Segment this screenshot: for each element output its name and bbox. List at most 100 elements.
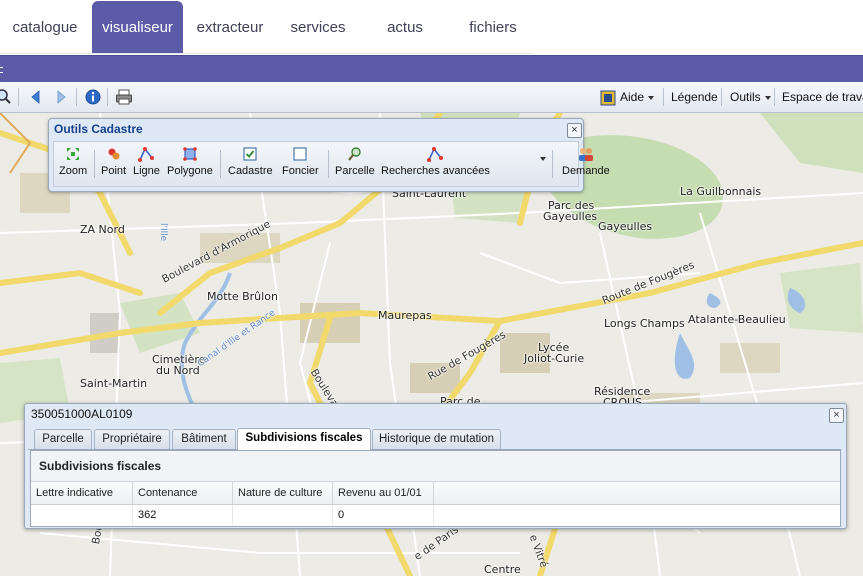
tab-proprietaire[interactable]: Propriétaire: [94, 429, 170, 449]
zoom-tool-button[interactable]: Zoom: [59, 146, 87, 177]
cadastre-toggle-label: Cadastre: [228, 165, 273, 177]
table-cell: [31, 505, 133, 525]
column-header[interactable]: Lettre indicative: [31, 482, 133, 504]
tab-historique-mutation[interactable]: Historique de mutation: [372, 429, 501, 449]
previous-extent-icon[interactable]: [27, 88, 45, 106]
tools-separator: [552, 150, 553, 178]
line-tool-label: Ligne: [133, 165, 160, 177]
column-header[interactable]: Nature de culture: [233, 482, 333, 504]
map-toolbar: Aide Légende Outils Espace de travail: [0, 82, 863, 113]
subdivisions-panel: Subdivisions fiscales Lettre indicative …: [30, 450, 841, 527]
users-icon: [578, 148, 593, 161]
cadastre-tools-window: Outils Cadastre × Zoom Point Ligne Polyg…: [48, 118, 610, 192]
parcel-id-title: 350051000AL0109: [31, 407, 133, 421]
nav-tab-services[interactable]: services: [276, 0, 360, 53]
help-icon: [600, 90, 616, 106]
print-icon[interactable]: [115, 88, 133, 106]
nav-tab-actus[interactable]: actus: [364, 0, 446, 53]
parcel-search-label: Parcelle: [335, 165, 375, 177]
checkbox-empty-icon: [293, 147, 307, 161]
request-button[interactable]: Demande: [562, 146, 610, 177]
toolbar-separator: [663, 88, 664, 106]
tools-separator: [328, 150, 329, 178]
viewer-header-bar: [0, 55, 863, 82]
help-menu[interactable]: Aide: [600, 82, 655, 112]
advanced-search-label: Recherches avancées: [381, 165, 490, 177]
nav-tab-catalogue[interactable]: catalogue: [0, 0, 90, 53]
parcel-info-window: 350051000AL0109 × Parcelle Propriétaire …: [24, 403, 847, 529]
map-label: Longs Champs: [604, 317, 685, 330]
polygon-tool-button[interactable]: Polygone: [167, 146, 213, 177]
toolbar-separator: [774, 88, 775, 106]
toolbar-separator: [76, 88, 77, 106]
map-label: Atalante-Beaulieu: [688, 313, 786, 326]
toolbar-separator: [721, 88, 722, 106]
table-cell: 0: [333, 505, 434, 525]
nav-divider: [0, 53, 533, 54]
foncier-toggle[interactable]: Foncier: [282, 146, 319, 177]
request-label: Demande: [562, 165, 610, 177]
map-label: Maurepas: [378, 309, 432, 322]
top-navigation: catalogue visualiseur extracteur service…: [0, 0, 863, 55]
tab-batiment[interactable]: Bâtiment: [172, 429, 236, 449]
zoom-extent-icon: [67, 148, 80, 160]
table-cell: [233, 505, 333, 525]
column-header[interactable]: Revenu au 01/01: [333, 482, 434, 504]
tools-label: Outils: [730, 90, 761, 104]
column-header[interactable]: Contenance: [133, 482, 233, 504]
checkbox-icon: [243, 147, 257, 161]
point-tool-label: Point: [101, 165, 127, 177]
advanced-search-icon: [427, 147, 444, 162]
point-icon: [108, 148, 120, 160]
toolbar-separator: [18, 88, 19, 106]
help-caret-icon: [648, 95, 655, 100]
table-header: Lettre indicative Contenance Nature de c…: [31, 482, 840, 505]
toolbar-separator: [107, 88, 108, 106]
line-tool-button[interactable]: Ligne: [133, 146, 160, 177]
map-label: Centre: [484, 563, 521, 576]
nav-tab-fichiers[interactable]: fichiers: [450, 0, 536, 53]
close-icon[interactable]: ×: [829, 408, 844, 423]
zoom-magnifier-icon[interactable]: [0, 88, 12, 106]
workspace-menu[interactable]: Espace de travail: [782, 82, 863, 112]
line-icon: [138, 147, 155, 162]
polygon-icon: [183, 147, 197, 161]
nav-tab-extracteur[interactable]: extracteur: [186, 0, 274, 53]
map-label: du Nord: [156, 364, 200, 377]
tab-parcelle[interactable]: Parcelle: [34, 429, 92, 449]
polygon-tool-label: Polygone: [167, 165, 213, 177]
tools-separator: [94, 150, 95, 178]
map-label: Gayeulles: [598, 220, 653, 233]
cadastre-toggle[interactable]: Cadastre: [228, 146, 273, 177]
zoom-tool-label: Zoom: [59, 165, 88, 177]
parcel-tabs: Parcelle Propriétaire Bâtiment Subdivisi…: [28, 426, 841, 450]
next-extent-icon[interactable]: [52, 88, 70, 106]
cadastre-tools-bar: Zoom Point Ligne Polygone Cadastre Fonci…: [53, 141, 610, 187]
foncier-toggle-label: Foncier: [282, 165, 319, 177]
advanced-search-caret-icon[interactable]: [540, 157, 546, 161]
nav-tab-visualiseur[interactable]: visualiseur: [92, 1, 183, 53]
map-label: l'Ille: [158, 223, 168, 242]
cadastre-tools-title: Outils Cadastre: [54, 122, 143, 136]
search-parcel-icon: [348, 147, 361, 161]
info-icon[interactable]: [84, 88, 102, 106]
collapse-grip-icon[interactable]: [0, 67, 3, 73]
tools-menu[interactable]: Outils: [730, 82, 771, 112]
map-label: Saint-Martin: [80, 377, 148, 390]
tab-subdivisions-fiscales[interactable]: Subdivisions fiscales: [237, 428, 371, 450]
map-label: ZA Nord: [80, 223, 125, 236]
advanced-search-button[interactable]: Recherches avancées: [381, 146, 490, 177]
tools-caret-icon: [764, 95, 771, 100]
map-label: La Guilbonnais: [680, 185, 762, 198]
help-label: Aide: [620, 90, 645, 104]
point-tool-button[interactable]: Point: [101, 146, 126, 177]
map-label: Gayeulles: [543, 210, 598, 223]
close-icon[interactable]: ×: [567, 123, 582, 138]
legend-button[interactable]: Légende: [671, 82, 718, 112]
map-label: Motte Brûlon: [207, 290, 278, 303]
parcel-search-button[interactable]: Parcelle: [335, 146, 375, 177]
map-label: Joliot-Curie: [524, 352, 585, 365]
section-title: Subdivisions fiscales: [31, 451, 840, 482]
table-cell: 362: [133, 505, 233, 525]
table-row[interactable]: 362 0: [31, 505, 840, 525]
